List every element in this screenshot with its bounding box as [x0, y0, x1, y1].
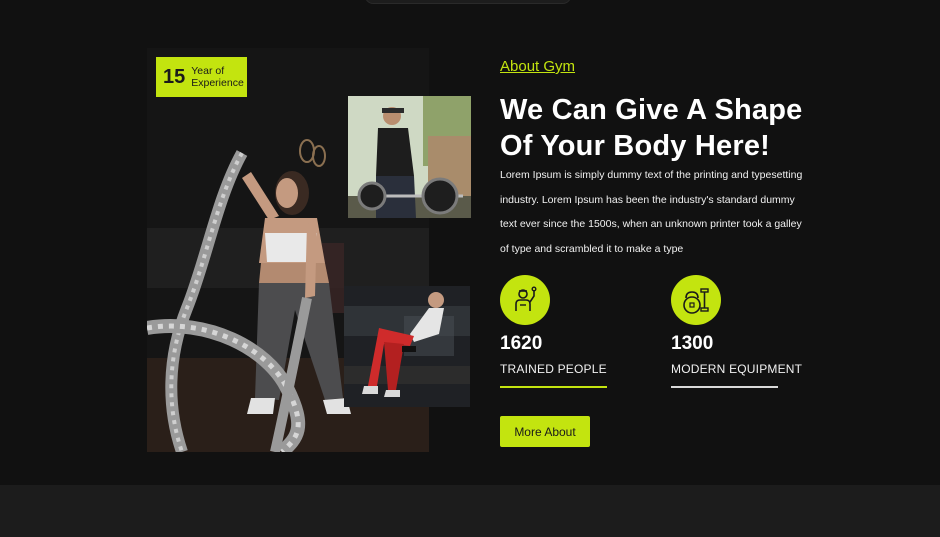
footer-band: [0, 485, 940, 537]
kettlebell-dumbbell-icon: [671, 275, 721, 325]
experience-caption-line2: Experience: [191, 77, 244, 89]
headline-line1: We Can Give A Shape: [500, 94, 803, 126]
stat-modern-equipment: 1300 MODERN EQUIPMENT: [671, 275, 811, 388]
stat-underline: [671, 386, 778, 388]
trainer-icon: [500, 275, 550, 325]
stat-value: 1620: [500, 333, 543, 354]
about-gym-link[interactable]: About Gym: [500, 58, 575, 75]
dumbbell-row-photo: [344, 286, 470, 407]
stat-underline: [500, 386, 607, 388]
experience-years: 15: [163, 65, 186, 88]
barbell-man-illustration: [348, 96, 471, 218]
stat-label: MODERN EQUIPMENT: [671, 362, 803, 376]
top-nav-tab: [365, 0, 571, 4]
barbell-man-photo: [348, 96, 471, 218]
dumbbell-row-illustration: [344, 286, 470, 407]
headline-line2: Of Your Body Here!: [500, 130, 771, 162]
experience-caption-line1: Year of: [191, 65, 225, 77]
stat-trained-people: 1620 TRAINED PEOPLE: [500, 275, 640, 388]
more-about-button[interactable]: More About: [500, 416, 590, 447]
section-headline: We Can Give A Shape Of Your Body Here!: [500, 92, 830, 164]
stat-label: TRAINED PEOPLE: [500, 362, 607, 376]
stat-value: 1300: [671, 333, 714, 354]
experience-caption: Year of Experience: [191, 65, 244, 89]
experience-badge: 15 Year of Experience: [156, 57, 247, 97]
about-paragraph: Lorem Ipsum is simply dummy text of the …: [500, 169, 803, 255]
